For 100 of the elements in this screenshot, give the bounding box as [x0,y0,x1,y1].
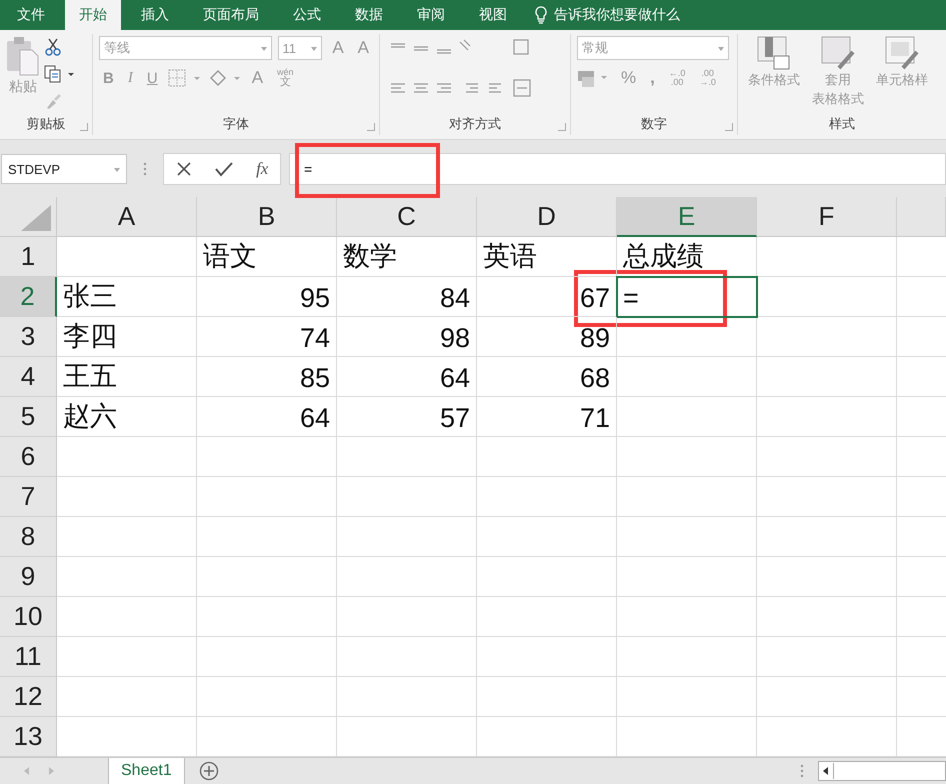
row-header[interactable]: 9 [0,557,57,597]
table-cell[interactable]: 语文 [197,237,337,277]
table-cell[interactable] [477,477,617,517]
insert-function-button[interactable]: fx [256,159,268,179]
table-cell[interactable]: 84 [337,277,477,317]
table-cell[interactable] [337,557,477,597]
table-cell[interactable]: 98 [337,317,477,357]
table-cell[interactable] [477,637,617,677]
table-cell[interactable] [617,597,757,637]
column-header[interactable]: A [57,197,197,237]
border-icon[interactable] [168,69,202,87]
row-header[interactable]: 10 [0,597,57,637]
table-cell[interactable] [617,397,757,437]
table-cell[interactable] [757,317,897,357]
table-cell[interactable]: 数学 [337,237,477,277]
column-header[interactable]: B [197,197,337,237]
table-cell[interactable] [757,237,897,277]
table-cell[interactable] [617,317,757,357]
table-cell[interactable] [57,557,197,597]
table-cell[interactable]: = [617,277,757,317]
row-header[interactable]: 2 [0,277,57,317]
table-cell[interactable] [477,517,617,557]
checkmark-icon[interactable] [214,161,233,177]
table-cell[interactable] [337,637,477,677]
table-cell[interactable]: 王五 [57,357,197,397]
dialog-launcher-icon[interactable] [725,123,733,131]
table-cell[interactable] [337,677,477,717]
select-all-button[interactable] [0,197,57,237]
table-cell[interactable]: 64 [197,397,337,437]
name-box[interactable]: STDEVP [1,154,127,184]
table-cell[interactable] [197,597,337,637]
table-cell[interactable]: 总成绩 [617,237,757,277]
row-header[interactable]: 8 [0,517,57,557]
table-cell[interactable] [57,237,197,277]
sheet-tab[interactable]: Sheet1 [108,758,185,784]
table-cell[interactable] [617,677,757,717]
table-cell[interactable]: 95 [197,277,337,317]
column-header[interactable]: C [337,197,477,237]
copy-icon[interactable] [44,65,74,83]
column-header[interactable]: D [477,197,617,237]
table-cell[interactable] [757,597,897,637]
format-painter-icon[interactable] [44,92,62,110]
table-cell[interactable] [197,637,337,677]
row-header[interactable]: 4 [0,357,57,397]
table-cell[interactable] [337,517,477,557]
table-cell[interactable]: 李四 [57,317,197,357]
table-cell[interactable] [57,437,197,477]
dialog-launcher-icon[interactable] [367,123,375,131]
row-header[interactable]: 1 [0,237,57,277]
table-cell[interactable] [757,437,897,477]
table-cell[interactable]: 赵六 [57,397,197,437]
table-cell[interactable] [337,477,477,517]
table-cell[interactable] [57,477,197,517]
column-header[interactable]: F [757,197,897,237]
table-cell[interactable] [757,477,897,517]
table-cell[interactable] [197,517,337,557]
table-cell[interactable] [757,517,897,557]
table-cell[interactable] [477,437,617,477]
dialog-launcher-icon[interactable] [80,123,88,131]
dialog-launcher-icon[interactable] [558,123,566,131]
row-header[interactable]: 5 [0,397,57,437]
table-cell[interactable] [57,637,197,677]
close-icon[interactable] [176,161,192,177]
table-cell[interactable] [757,277,897,317]
ribbon-tab[interactable]: 公式 [276,0,338,30]
table-cell[interactable] [617,637,757,677]
table-cell[interactable] [57,517,197,557]
table-cell[interactable] [57,597,197,637]
table-cell[interactable] [197,677,337,717]
column-header[interactable] [897,197,946,237]
ribbon-tab[interactable]: 页面布局 [186,0,276,30]
row-header[interactable]: 3 [0,317,57,357]
ribbon-tab[interactable]: 视图 [462,0,524,30]
scroll-right-icon[interactable] [46,766,56,776]
row-header[interactable]: 13 [0,717,57,757]
table-cell[interactable] [477,677,617,717]
table-cell[interactable] [197,437,337,477]
table-cell[interactable] [757,677,897,717]
drag-handle-icon[interactable] [143,162,147,176]
formula-input[interactable]: = [289,153,946,185]
table-cell[interactable]: 71 [477,397,617,437]
ribbon-tab[interactable]: 文件 [0,0,62,30]
table-cell[interactable] [477,597,617,637]
ribbon-tab[interactable]: 插入 [124,0,186,30]
table-cell[interactable]: 张三 [57,277,197,317]
table-cell[interactable] [617,477,757,517]
ribbon-tab[interactable]: 开始 [65,0,121,30]
table-cell[interactable] [757,557,897,597]
ribbon-tab[interactable]: 审阅 [400,0,462,30]
drag-handle-icon[interactable] [800,764,804,778]
table-cell[interactable]: 英语 [477,237,617,277]
table-cell[interactable]: 64 [337,357,477,397]
table-cell[interactable]: 67 [477,277,617,317]
row-header[interactable]: 6 [0,437,57,477]
row-header[interactable]: 11 [0,637,57,677]
table-cell[interactable]: 89 [477,317,617,357]
horizontal-scrollbar[interactable] [818,761,946,781]
row-header[interactable]: 7 [0,477,57,517]
table-cell[interactable] [337,597,477,637]
table-cell[interactable] [617,437,757,477]
